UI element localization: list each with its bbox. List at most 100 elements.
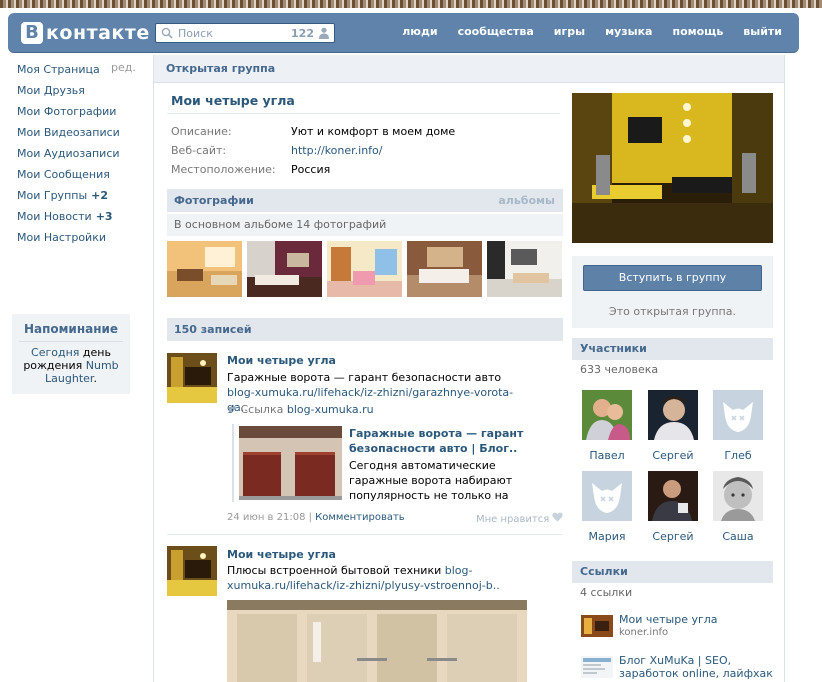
- posts-header[interactable]: 150 записей: [167, 318, 563, 341]
- nav-music[interactable]: музыка: [605, 25, 652, 38]
- open-group-text: Это открытая группа.: [609, 305, 736, 318]
- post-text: Плюсы встроенной бытовой техники blog-xu…: [227, 564, 500, 592]
- member-avatar[interactable]: [648, 471, 698, 521]
- sidebar-item-audio[interactable]: Мои Аудиозаписи: [17, 145, 120, 166]
- main-content: Открытая группа Мои четыре угла Описание…: [153, 55, 785, 682]
- group-name: Мои четыре угла: [171, 93, 295, 108]
- search-input[interactable]: Поиск 122: [155, 23, 335, 43]
- post-avatar[interactable]: [167, 546, 217, 596]
- post-author[interactable]: Мои четыре угла: [227, 548, 336, 561]
- edit-link[interactable]: ред.: [111, 61, 136, 74]
- reminder-title: Напоминание: [23, 322, 119, 336]
- nav-logout[interactable]: выйти: [743, 25, 782, 38]
- member-item[interactable]: Мария: [577, 471, 637, 543]
- logo-letter: В: [21, 22, 43, 44]
- person-icon: [319, 27, 329, 42]
- links-header[interactable]: Ссылки: [572, 561, 773, 583]
- section-title: Открытая группа: [166, 62, 276, 75]
- top-header: В контакте Поиск 122 люди сообщества игр…: [8, 13, 799, 53]
- vk-logo[interactable]: В контакте: [21, 22, 150, 44]
- attachment-image[interactable]: [239, 426, 342, 500]
- link-title[interactable]: Мои четыре угла: [619, 613, 779, 626]
- links-count: 4 ссылки: [580, 586, 633, 599]
- sidebar-item-news[interactable]: Мои Новости +3: [17, 208, 120, 229]
- photos-title: Фотографии: [174, 194, 254, 207]
- comment-link[interactable]: Комментировать: [315, 512, 405, 523]
- member-item[interactable]: Павел: [577, 390, 637, 462]
- nav-people[interactable]: люди: [402, 25, 437, 38]
- search-placeholder: Поиск: [178, 27, 213, 40]
- member-avatar[interactable]: [582, 390, 632, 440]
- like-button[interactable]: Мне нравится: [476, 512, 564, 525]
- sidebar-item-photos[interactable]: Мои Фотографии: [17, 103, 120, 124]
- logo-text: контакте: [46, 22, 150, 44]
- default-avatar-icon[interactable]: [582, 471, 632, 521]
- link-thumbnail: [581, 615, 613, 637]
- member-avatar[interactable]: [648, 390, 698, 440]
- news-badge: +3: [95, 210, 113, 223]
- group-cover-image[interactable]: [572, 93, 773, 243]
- sidebar-item-friends[interactable]: Мои Друзья: [17, 82, 120, 103]
- groups-badge: +2: [91, 189, 109, 202]
- post-date[interactable]: 24 июн в 21:08: [227, 512, 305, 523]
- sidebar-menu: Моя Страница Мои Друзья Мои Фотографии М…: [17, 61, 120, 250]
- join-group-button[interactable]: Вступить в группу: [583, 265, 762, 291]
- website-link[interactable]: http://koner.info/: [291, 144, 383, 157]
- section-header: Открытая группа: [154, 55, 784, 83]
- heart-icon: [552, 512, 564, 525]
- info-location: Местоположение: Россия: [171, 163, 331, 176]
- post-image[interactable]: [227, 600, 527, 682]
- sidebar-item-groups[interactable]: Мои Группы +2: [17, 187, 120, 208]
- photo-thumbnail-4[interactable]: [407, 241, 482, 297]
- photo-thumbnail-2[interactable]: [247, 241, 322, 297]
- attachment-title[interactable]: Гаражные ворота — гарант безопасности ав…: [349, 426, 549, 456]
- divider: [167, 113, 560, 114]
- link-subtitle: koner.info: [619, 627, 669, 638]
- photo-thumbnail-5[interactable]: [487, 241, 562, 297]
- photos-subheader: В основном альбоме 14 фотографий: [167, 214, 563, 236]
- albums-link[interactable]: альбомы: [498, 194, 555, 207]
- links-title: Ссылки: [580, 565, 628, 578]
- nav-communities[interactable]: сообщества: [458, 25, 534, 38]
- photos-header[interactable]: Фотографии альбомы: [167, 189, 563, 212]
- photo-thumbnail-3[interactable]: [327, 241, 402, 297]
- photo-thumbnail-1[interactable]: [167, 241, 242, 297]
- default-avatar-icon[interactable]: [713, 390, 763, 440]
- members-header[interactable]: Участники: [572, 338, 773, 360]
- post-meta: 24 июн в 21:08 | Комментировать: [227, 512, 405, 523]
- posts-count: 150 записей: [174, 323, 252, 336]
- member-item[interactable]: Сергей: [643, 390, 703, 462]
- reminder-box: Напоминание Сегодня день рождения Numb L…: [12, 314, 130, 394]
- nav-help[interactable]: помощь: [672, 25, 723, 38]
- post-divider: [167, 534, 563, 535]
- member-item[interactable]: Саша: [708, 471, 768, 543]
- sidebar-item-videos[interactable]: Мои Видеозаписи: [17, 124, 120, 145]
- member-item[interactable]: Глеб: [708, 390, 768, 462]
- link-domain[interactable]: blog-xumuka.ru: [287, 403, 374, 416]
- member-avatar[interactable]: [713, 471, 763, 521]
- post-author[interactable]: Мои четыре угла: [227, 354, 336, 367]
- nav-games[interactable]: игры: [554, 25, 585, 38]
- sidebar-item-my-page[interactable]: Моя Страница: [17, 61, 120, 82]
- reminder-today-link[interactable]: Сегодня: [31, 346, 79, 359]
- reminder-divider: [19, 341, 123, 342]
- left-sidebar: Моя Страница Мои Друзья Мои Фотографии М…: [0, 58, 153, 682]
- members-count[interactable]: 633 человека: [580, 363, 658, 376]
- member-item[interactable]: Сергей: [643, 471, 703, 543]
- link-thumbnail: [581, 656, 613, 678]
- join-box: Вступить в группу Это открытая группа.: [572, 256, 773, 328]
- share-arrow-icon: [227, 403, 237, 416]
- link-row: Ссылка blog-xumuka.ru: [227, 403, 374, 416]
- members-title: Участники: [580, 342, 647, 355]
- sidebar-item-settings[interactable]: Мои Настройки: [17, 229, 120, 250]
- search-count: 122: [291, 27, 314, 40]
- info-description: Описание: Уют и комфорт в моем доме: [171, 125, 456, 138]
- search-icon: [161, 27, 173, 42]
- reminder-body: Сегодня день рождения Numb Laughter.: [23, 346, 119, 385]
- post-avatar[interactable]: [167, 353, 217, 403]
- link-title[interactable]: Блог XuMuKa | SEO, заработок online, лай…: [619, 654, 779, 680]
- link-attachment[interactable]: Гаражные ворота — гарант безопасности ав…: [232, 424, 554, 502]
- sidebar-item-messages[interactable]: Мои Сообщения: [17, 166, 120, 187]
- window-top-border: [0, 0, 822, 8]
- info-website: Веб-сайт: http://koner.info/: [171, 144, 383, 157]
